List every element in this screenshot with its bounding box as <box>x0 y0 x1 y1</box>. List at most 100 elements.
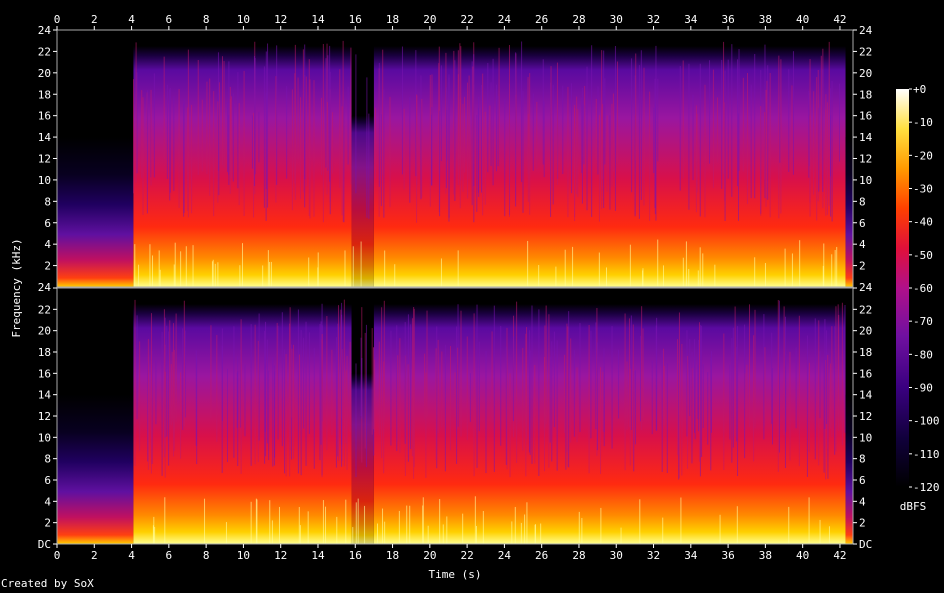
x-tick-label-bottom: 30 <box>610 549 623 562</box>
x-tick-label-bottom: 38 <box>759 549 772 562</box>
x-tick-label-bottom: 34 <box>684 549 698 562</box>
y-tick-label-right: 24 <box>859 281 873 294</box>
colorbar-label: dBFS <box>900 500 927 513</box>
y-tick-label-right: 2 <box>859 517 866 530</box>
x-tick-label-bottom: 4 <box>128 549 135 562</box>
y-tick-label-left: 22 <box>38 303 51 316</box>
x-tick-label-bottom: 22 <box>460 549 473 562</box>
x-tick-label-bottom: 8 <box>203 549 210 562</box>
x-tick-label-top: 30 <box>610 13 623 26</box>
y-tick-label-right: 8 <box>859 195 866 208</box>
x-tick-label-top: 34 <box>684 13 698 26</box>
x-tick-label-top: 36 <box>721 13 734 26</box>
y-tick-label-left: 24 <box>38 24 52 37</box>
x-tick-label-bottom: 16 <box>349 549 362 562</box>
segment-2 <box>351 115 374 288</box>
y-tick-label-left: 2 <box>44 260 51 273</box>
y-tick-label-left: 18 <box>38 346 51 359</box>
y-tick-label-right: 16 <box>859 367 872 380</box>
y-tick-label-left: 8 <box>44 195 51 208</box>
x-tick-label-top: 40 <box>796 13 809 26</box>
x-tick-label-bottom: 26 <box>535 549 548 562</box>
x-tick-label-top: 42 <box>833 13 846 26</box>
y-tick-label-left: 6 <box>44 217 51 230</box>
colorbar-tick-label: -100 <box>913 415 940 428</box>
colorbar-tick-label: -30 <box>913 183 933 196</box>
x-tick-label-top: 32 <box>647 13 660 26</box>
y-tick-label-right: 22 <box>859 45 872 58</box>
y-tick-label-left: 14 <box>38 389 52 402</box>
credit-text: Created by SoX <box>1 577 94 590</box>
y-tick-label-left: 22 <box>38 45 51 58</box>
y-tick-label-right: 8 <box>859 453 866 466</box>
x-tick-label-top: 0 <box>54 13 61 26</box>
x-tick-label-top: 10 <box>237 13 250 26</box>
x-tick-label-bottom: 20 <box>423 549 436 562</box>
y-tick-label-right: 10 <box>859 431 872 444</box>
y-tick-label-left: 14 <box>38 131 52 144</box>
channel-2-panel <box>56 287 854 545</box>
x-tick-label-top: 16 <box>349 13 362 26</box>
x-tick-label-bottom: 28 <box>572 549 585 562</box>
y-tick-label-right: 4 <box>859 238 866 251</box>
y-tick-label-left: 6 <box>44 474 51 487</box>
segment-4 <box>845 137 853 287</box>
y-tick-label-right: 6 <box>859 474 866 487</box>
x-tick-label-bottom: 6 <box>166 549 173 562</box>
y-tick-label-left: 10 <box>38 174 51 187</box>
x-tick-label-top: 18 <box>386 13 399 26</box>
colorbar-tick-label: -90 <box>913 382 933 395</box>
x-tick-label-top: 26 <box>535 13 548 26</box>
y-tick-label-left: 24 <box>38 281 52 294</box>
x-tick-label-top: 12 <box>274 13 287 26</box>
x-tick-label-top: 28 <box>572 13 585 26</box>
segment-4 <box>845 394 853 544</box>
x-tick-label-bottom: 24 <box>498 549 512 562</box>
y-tick-label-left: 20 <box>38 325 51 338</box>
x-tick-label-bottom: 18 <box>386 549 399 562</box>
colorbar-tick-label: -10 <box>913 116 933 129</box>
y-tick-label-right: 2 <box>859 260 866 273</box>
y-tick-label-right: 12 <box>859 410 872 423</box>
colorbar-tick-label: -80 <box>913 348 933 361</box>
colorbar-tick-label: -70 <box>913 315 933 328</box>
segment-3 <box>373 304 846 544</box>
colorbar-tick-label: +0 <box>913 83 926 96</box>
y-tick-label-right: 12 <box>859 153 872 166</box>
colorbar-tick-label: -120 <box>913 481 940 494</box>
x-tick-label-bottom: 0 <box>54 549 61 562</box>
y-tick-label-left: 20 <box>38 67 51 80</box>
x-tick-label-bottom: 32 <box>647 549 660 562</box>
colorbar-tick-label: -110 <box>913 448 940 461</box>
x-tick-label-top: 2 <box>91 13 98 26</box>
y-tick-label-left: 12 <box>38 410 51 423</box>
x-tick-label-top: 20 <box>423 13 436 26</box>
x-tick-label-bottom: 10 <box>237 549 250 562</box>
y-tick-label-right: 24 <box>859 24 873 37</box>
colorbar: +0 -10 -20 -30 -40 -50 -60 -70 -80 -90 -100 -110 -12… <box>896 83 940 513</box>
channel-1-panel <box>56 29 854 288</box>
x-axis-label: Time (s) <box>429 568 482 581</box>
y-tick-label-left: 16 <box>38 367 51 380</box>
y-tick-label-left: 4 <box>44 495 51 508</box>
segment-0 <box>57 394 134 544</box>
x-tick-label-top: 14 <box>311 13 325 26</box>
segment-2 <box>351 373 374 544</box>
y-tick-label-right: 20 <box>859 67 872 80</box>
y-tick-label-left: 16 <box>38 110 51 123</box>
y-axis-label: Frequency (kHz) <box>10 238 23 337</box>
segment-0 <box>57 137 134 287</box>
y-tick-label-right: 22 <box>859 303 872 316</box>
x-tick-label-bottom: 12 <box>274 549 287 562</box>
y-tick-label-right: 14 <box>859 131 873 144</box>
y-tick-label-right: 20 <box>859 325 872 338</box>
colorbar-tick-label: -50 <box>913 249 933 262</box>
x-tick-label-top: 8 <box>203 13 210 26</box>
y-tick-label-right: 10 <box>859 174 872 187</box>
x-tick-label-bottom: 40 <box>796 549 809 562</box>
y-tick-label-right: 18 <box>859 88 872 101</box>
x-tick-label-bottom: 14 <box>311 549 325 562</box>
y-tick-label-right: DC <box>859 538 872 551</box>
x-tick-label-bottom: 36 <box>721 549 734 562</box>
colorbar-tick-label: -40 <box>913 216 933 229</box>
